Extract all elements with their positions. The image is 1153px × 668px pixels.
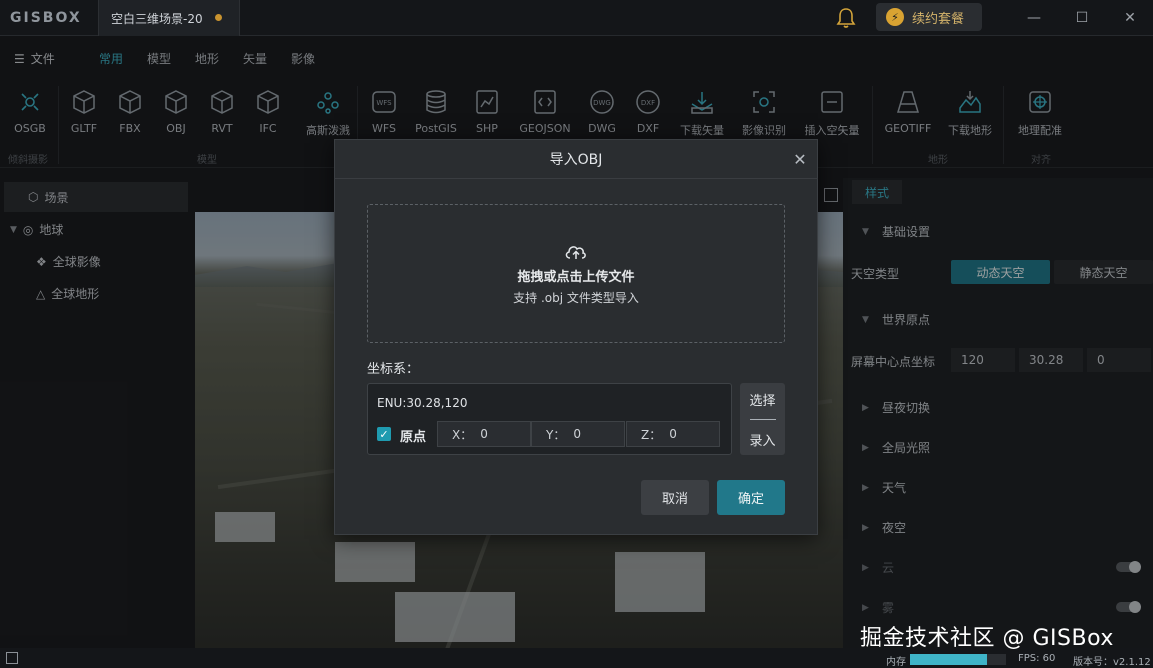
minimize-icon[interactable]: —	[1024, 8, 1044, 28]
confirm-button[interactable]: 确定	[717, 480, 785, 515]
origin-z-input[interactable]: Z： 0	[626, 421, 720, 447]
cloud-upload-icon	[565, 245, 586, 259]
input-option[interactable]: 录入	[749, 430, 775, 449]
log-icon[interactable]	[6, 652, 18, 664]
origin-x-input[interactable]: X： 0	[437, 421, 531, 447]
coordinate-system-label: 坐标系：	[367, 362, 420, 377]
coordinate-system-value: ENU:30.28,120	[377, 396, 468, 410]
maximize-icon[interactable]: ☐	[1072, 8, 1092, 28]
watermark: 掘金技术社区 @ GISBox	[860, 626, 1114, 651]
close-icon[interactable]: ✕	[790, 149, 810, 169]
select-input-toggle[interactable]: 选择 录入	[740, 383, 785, 455]
x-label: X：	[452, 427, 473, 442]
dialog-header: 导入OBJ ✕	[334, 139, 818, 179]
unsaved-indicator	[215, 14, 222, 21]
x-value: 0	[480, 427, 488, 441]
bell-icon[interactable]	[836, 7, 856, 29]
origin-checkbox[interactable]: ✓	[377, 427, 391, 441]
y-value: 0	[573, 427, 581, 441]
divider	[749, 418, 776, 420]
close-window-icon[interactable]: ✕	[1120, 8, 1140, 28]
lightning-icon: ⚡	[886, 8, 904, 26]
dialog-title: 导入OBJ	[549, 152, 603, 168]
app-logo: GISBOX	[10, 10, 82, 26]
z-value: 0	[669, 427, 677, 441]
renew-plan-label: 续约套餐	[912, 11, 965, 27]
dropzone-subtitle: 支持 .obj 文件类型导入	[513, 290, 639, 305]
memory-bar-fill	[910, 654, 987, 665]
origin-y-input[interactable]: Y： 0	[531, 421, 625, 447]
select-option[interactable]: 选择	[749, 390, 775, 409]
memory-label: 内存	[886, 657, 906, 668]
fps-readout: FPS: 60	[1018, 653, 1056, 664]
file-dropzone[interactable]: 拖拽或点击上传文件 支持 .obj 文件类型导入	[367, 204, 785, 343]
dropzone-title: 拖拽或点击上传文件	[517, 269, 635, 285]
cancel-button[interactable]: 取消	[641, 480, 709, 515]
version-label: 版本号：v2.1.12	[1073, 657, 1151, 668]
origin-label: 原点	[400, 430, 427, 445]
z-label: Z：	[641, 427, 662, 442]
y-label: Y：	[546, 427, 566, 442]
memory-bar	[910, 654, 1006, 665]
renew-plan-button[interactable]: ⚡ 续约套餐	[876, 3, 982, 31]
document-tab-label: 空白三维场景-20	[111, 11, 203, 26]
